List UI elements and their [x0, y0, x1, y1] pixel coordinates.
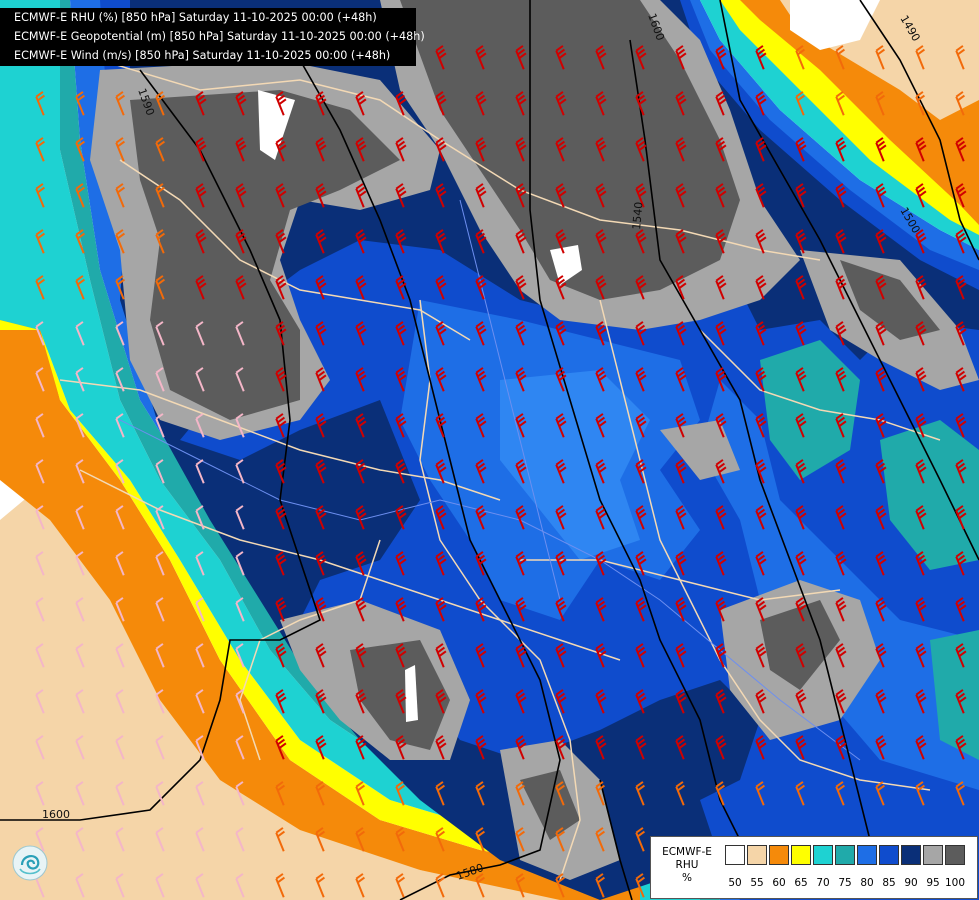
legend-tick-label: 55 — [750, 877, 764, 889]
legend-swatch — [879, 845, 899, 865]
legend-swatch — [769, 845, 789, 865]
legend-swatch — [945, 845, 965, 865]
legend-tick-label: 80 — [860, 877, 874, 889]
legend-tick-label: 75 — [838, 877, 852, 889]
title-rhu: ECMWF-E RHU (%) [850 hPa] Saturday 11-10… — [14, 11, 377, 24]
rhu-legend: ECMWF-E RHU % 50 55 60 65 70 75 80 85 90 95 100 — [650, 836, 978, 899]
legend-title-line: % — [682, 872, 692, 884]
legend-tick-label: 90 — [904, 877, 918, 889]
legend-tick-label: 70 — [816, 877, 830, 889]
legend-tick-label: 50 — [728, 877, 742, 889]
weather-map: 1600 1590 1580 1540 1500 1490 1600 ECMWF… — [0, 0, 979, 900]
legend-swatch — [747, 845, 767, 865]
contour-label: 1600 — [42, 808, 70, 821]
legend-title-line: RHU — [675, 859, 699, 871]
legend-tick-label: 65 — [794, 877, 808, 889]
legend-title: ECMWF-E RHU % — [654, 846, 720, 885]
legend-tick-label: 100 — [944, 877, 966, 889]
legend-swatches — [725, 845, 967, 865]
legend-tick-label: 60 — [772, 877, 786, 889]
legend-swatch — [901, 845, 921, 865]
legend-swatch — [725, 845, 745, 865]
legend-swatch — [835, 845, 855, 865]
ecmwf-logo-icon — [12, 845, 48, 881]
legend-swatch — [813, 845, 833, 865]
legend-swatch — [791, 845, 811, 865]
rhu-field-map: 1600 1590 1580 1540 1500 1490 1600 — [0, 0, 979, 900]
title-wind: ECMWF-E Wind (m/s) [850 hPa] Saturday 11… — [14, 49, 391, 62]
legend-tick-label: 85 — [882, 877, 896, 889]
legend-swatch — [923, 845, 943, 865]
title-geopotential: ECMWF-E Geopotential (m) [850 hPa] Satur… — [14, 30, 425, 43]
legend-swatch — [857, 845, 877, 865]
legend-tick-label: 95 — [926, 877, 940, 889]
map-title-box: ECMWF-E RHU (%) [850 hPa] Saturday 11-10… — [0, 8, 425, 66]
contour-label: 1540 — [630, 201, 645, 230]
legend-title-line: ECMWF-E — [662, 846, 712, 858]
